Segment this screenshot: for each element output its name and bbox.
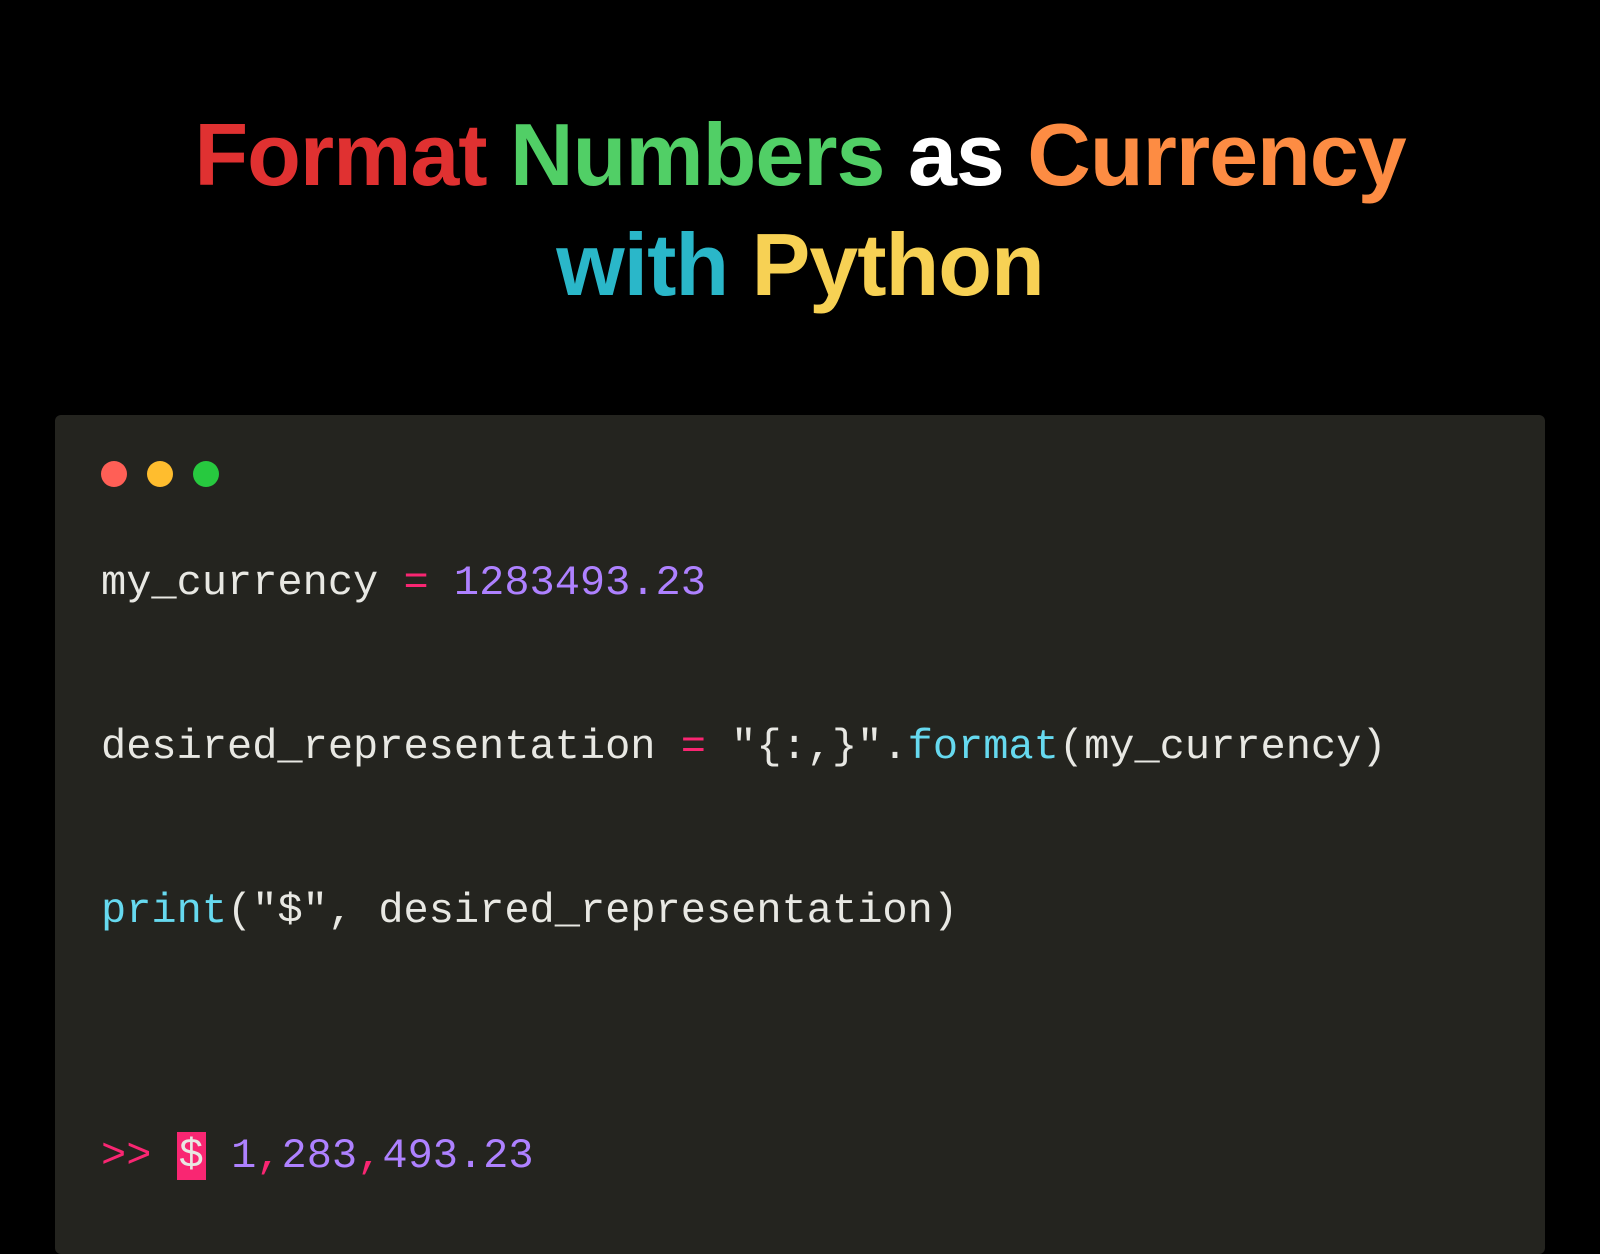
code-paren: ) — [933, 887, 958, 935]
title-word-format: Format — [194, 105, 486, 204]
code-paren: ( — [227, 887, 252, 935]
code-paren: ) — [1361, 723, 1386, 771]
code-paren: ( — [1059, 723, 1084, 771]
close-icon — [101, 461, 127, 487]
title-word-with: with — [556, 215, 728, 314]
title-word-as: as — [908, 105, 1004, 204]
code-operator: = — [681, 723, 706, 771]
title-word-currency: Currency — [1027, 105, 1405, 204]
code-string: "{:,}" — [731, 723, 882, 771]
output-comma: , — [357, 1132, 382, 1180]
code-argument: my_currency — [1084, 723, 1361, 771]
title-word-numbers: Numbers — [510, 105, 884, 204]
code-variable: desired_representation — [101, 723, 656, 771]
output-number: 1 — [231, 1132, 256, 1180]
code-builtin: print — [101, 887, 227, 935]
code-variable: my_currency — [101, 559, 378, 607]
output-number: 493.23 — [382, 1132, 533, 1180]
window-traffic-lights — [101, 461, 1499, 487]
code-argument: desired_representation — [378, 887, 933, 935]
output-dollar-sign: $ — [177, 1132, 206, 1180]
code-window: my_currency = 1283493.23 desired_represe… — [55, 415, 1545, 1254]
code-number: 1283493.23 — [454, 559, 706, 607]
title-word-python: Python — [752, 215, 1044, 314]
code-block: my_currency = 1283493.23 desired_represe… — [101, 543, 1499, 1198]
code-comma: , — [328, 887, 353, 935]
output-prompt: >> — [101, 1132, 151, 1180]
code-method: format — [908, 723, 1059, 771]
maximize-icon — [193, 461, 219, 487]
minimize-icon — [147, 461, 173, 487]
output-comma: , — [256, 1132, 281, 1180]
code-string: "$" — [252, 887, 328, 935]
page-title: Format Numbers as Currency with Python — [0, 0, 1600, 320]
code-operator: = — [403, 559, 428, 607]
output-number: 283 — [282, 1132, 358, 1180]
code-dot: . — [882, 723, 907, 771]
